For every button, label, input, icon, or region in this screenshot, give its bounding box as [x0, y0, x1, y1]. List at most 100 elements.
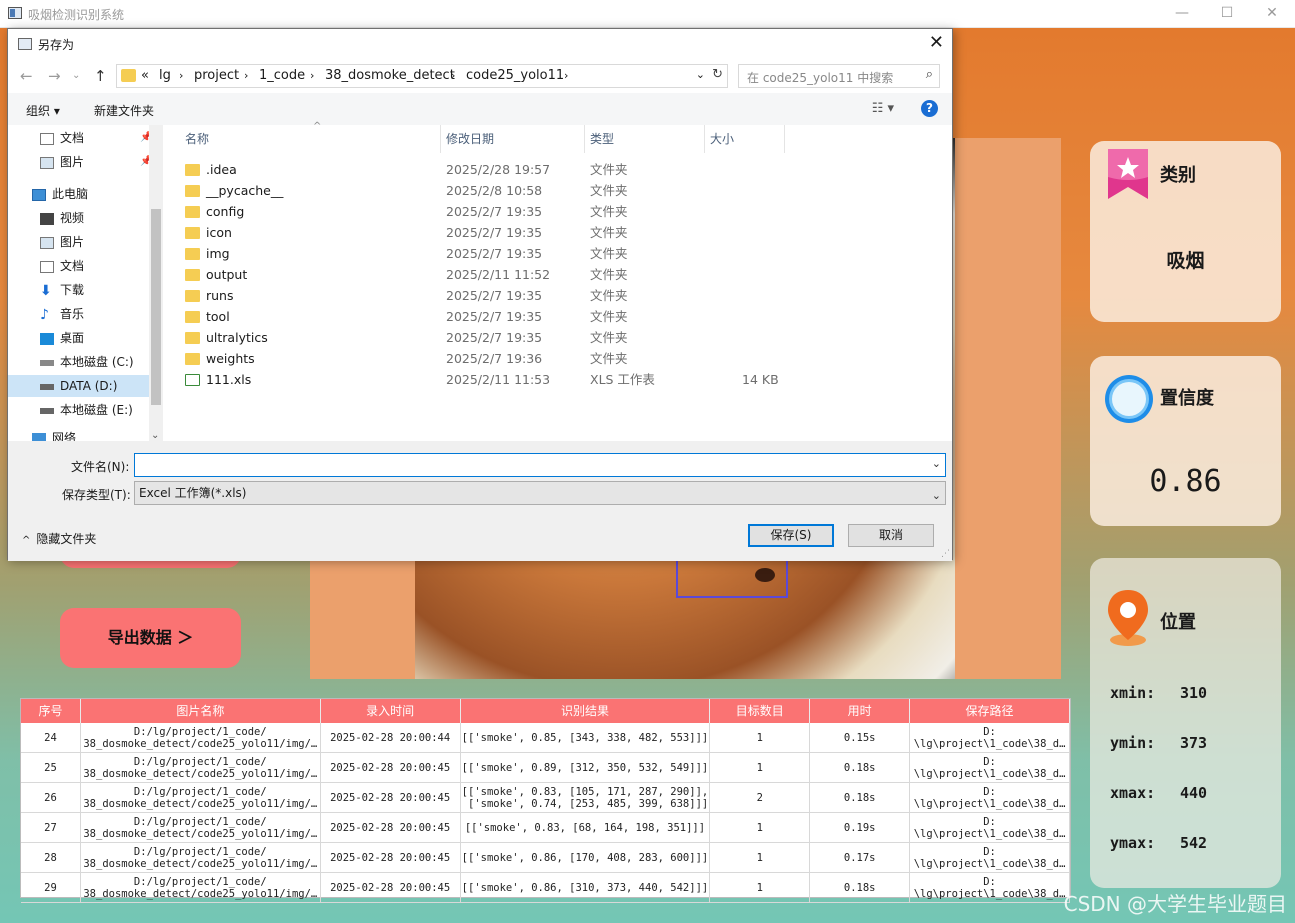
filetype-select[interactable]: Excel 工作簿(*.xls) ⌄ [134, 481, 946, 505]
table-cell-id: 26 [21, 783, 81, 812]
address-bar[interactable]: « lg › project › 1_code › 38_dosmoke_det… [116, 64, 728, 88]
minimize-button[interactable]: — [1159, 0, 1205, 28]
header-result[interactable]: 识别结果 [461, 699, 711, 723]
address-dropdown-icon[interactable]: ⌄ [696, 68, 705, 81]
table-cell-cost: 0.18s [810, 783, 911, 812]
file-row[interactable]: tool 2025/2/7 19:35 文件夹 [185, 306, 785, 327]
file-name: ultralytics [206, 330, 268, 345]
table-row[interactable]: 27 D:/lg/project/1_code/ 38_dosmoke_detec… [21, 813, 1070, 843]
hide-folders-toggle[interactable]: ^ 隐藏文件夹 [22, 530, 96, 547]
file-row[interactable]: .idea 2025/2/28 19:57 文件夹 [185, 159, 785, 180]
table-cell-name: D:/lg/project/1_code/ 38_dosmoke_detect/… [81, 783, 321, 812]
nav-item-pictures[interactable]: 图片 [40, 231, 163, 253]
category-label: 类别 [1160, 165, 1196, 186]
nav-item-desktop[interactable]: 桌面 [40, 327, 163, 349]
breadcrumb-lg[interactable]: lg [159, 68, 171, 83]
search-box[interactable]: 在 code25_yolo11 中搜索 ⌕ [738, 64, 940, 88]
close-button[interactable]: ✕ [1249, 0, 1295, 28]
header-id[interactable]: 序号 [21, 699, 81, 723]
file-row[interactable]: output 2025/2/11 11:52 文件夹 [185, 264, 785, 285]
file-type: 文件夹 [590, 225, 628, 240]
filename-dropdown-icon[interactable]: ⌄ [932, 457, 941, 470]
file-row[interactable]: config 2025/2/7 19:35 文件夹 [185, 201, 785, 222]
file-date: 2025/2/7 19:35 [446, 204, 543, 219]
table-cell-id: 27 [21, 813, 81, 842]
table-cell-path: D: \lg\project\1_code\38_d… [910, 843, 1070, 872]
file-row[interactable]: 111.xls 2025/2/11 11:53 XLS 工作表 14 KB [185, 369, 785, 390]
file-row[interactable]: weights 2025/2/7 19:36 文件夹 [185, 348, 785, 369]
header-image-name[interactable]: 图片名称 [81, 699, 321, 723]
breadcrumb-project[interactable]: project [194, 68, 239, 83]
nav-item-documents[interactable]: 文档 [40, 255, 163, 277]
column-type[interactable]: 类型 [590, 130, 614, 147]
back-arrow-icon[interactable]: ← [20, 67, 33, 85]
header-cost[interactable]: 用时 [810, 699, 911, 723]
ring-icon [1105, 375, 1153, 423]
video-icon [40, 212, 54, 225]
file-row[interactable]: ultralytics 2025/2/7 19:35 文件夹 [185, 327, 785, 348]
nav-item-disk-c[interactable]: 本地磁盘 (C:) [40, 351, 163, 373]
nav-scrollbar[interactable]: ⌄ [149, 125, 163, 441]
filename-input[interactable]: ⌄ [134, 453, 946, 477]
nav-item-disk-e[interactable]: 本地磁盘 (E:) [40, 399, 163, 421]
new-folder-button[interactable]: 新建文件夹 [94, 102, 154, 119]
nav-item-this-pc[interactable]: 此电脑 [32, 183, 163, 205]
position-label: 位置 [1160, 612, 1196, 633]
file-row[interactable]: runs 2025/2/7 19:35 文件夹 [185, 285, 785, 306]
breadcrumb-overflow[interactable]: « [141, 68, 149, 83]
column-name[interactable]: 名称 [185, 130, 209, 147]
table-row[interactable]: 26 D:/lg/project/1_code/ 38_dosmoke_detec… [21, 783, 1070, 813]
refresh-icon[interactable]: ↻ [712, 67, 723, 82]
header-path[interactable]: 保存路径 [910, 699, 1070, 723]
folder-icon [121, 69, 136, 82]
recent-chevron-icon[interactable]: ⌄ [72, 70, 80, 81]
breadcrumb-38-dosmoke-detect[interactable]: 38_dosmoke_detect [325, 68, 455, 83]
category-card: 类别 吸烟 [1090, 141, 1281, 322]
save-button[interactable]: 保存(S) [748, 524, 834, 547]
maximize-button[interactable]: ☐ [1204, 0, 1250, 28]
app-icon [8, 7, 22, 19]
filetype-dropdown-icon[interactable]: ⌄ [932, 485, 941, 507]
file-type: 文件夹 [590, 246, 628, 261]
table-cell-cost: 0.17s [810, 843, 911, 872]
file-list: 名称 ^ 修改日期 类型 大小 .idea 2025/2/28 19:57 文件夹 _… [165, 121, 952, 441]
resize-grip-icon[interactable]: ⋰ [941, 549, 950, 559]
search-icon[interactable]: ⌕ [926, 67, 933, 82]
table-row[interactable]: 29 D:/lg/project/1_code/ 38_dosmoke_detec… [21, 873, 1070, 903]
xmin-value: 310 [1180, 684, 1208, 702]
file-type: 文件夹 [590, 162, 628, 177]
table-row[interactable]: 28 D:/lg/project/1_code/ 38_dosmoke_detec… [21, 843, 1070, 873]
breadcrumb-1-code[interactable]: 1_code [259, 68, 305, 83]
nav-item-network[interactable]: 网络 [32, 427, 163, 441]
table-row[interactable]: 25 D:/lg/project/1_code/ 38_dosmoke_detec… [21, 753, 1070, 783]
file-date: 2025/2/28 19:57 [446, 162, 551, 177]
table-cell-count: 1 [710, 843, 811, 872]
organize-button[interactable]: 组织 ▾ [26, 102, 60, 119]
help-icon[interactable]: ? [921, 100, 938, 117]
header-count[interactable]: 目标数目 [710, 699, 811, 723]
file-row[interactable]: __pycache__ 2025/2/8 10:58 文件夹 [185, 180, 785, 201]
up-arrow-icon[interactable]: ↑ [94, 67, 107, 85]
view-options-icon[interactable]: ☷ ▾ [872, 101, 894, 116]
file-row[interactable]: icon 2025/2/7 19:35 文件夹 [185, 222, 785, 243]
nav-item-music[interactable]: ♪ 音乐 [40, 303, 163, 325]
dialog-close-button[interactable]: ✕ [929, 32, 944, 53]
export-data-button[interactable]: 导出数据 ＞ [60, 608, 241, 668]
file-row[interactable]: img 2025/2/7 19:35 文件夹 [185, 243, 785, 264]
folder-icon [185, 185, 200, 197]
nav-item-data-d[interactable]: DATA (D:) [8, 375, 149, 397]
nav-item-downloads[interactable]: ⬇ 下载 [40, 279, 163, 301]
column-date[interactable]: 修改日期 [446, 130, 494, 147]
nav-scroll-thumb[interactable] [151, 209, 161, 405]
nav-item-documents-quick[interactable]: 文档 📌 [40, 127, 163, 149]
scroll-down-icon[interactable]: ⌄ [151, 430, 159, 441]
header-time[interactable]: 录入时间 [321, 699, 461, 723]
table-row[interactable]: 24 D:/lg/project/1_code/ 38_dosmoke_detec… [21, 723, 1070, 753]
file-date: 2025/2/7 19:35 [446, 288, 543, 303]
nav-item-pictures-quick[interactable]: 图片 📌 [40, 151, 163, 173]
column-size[interactable]: 大小 [710, 130, 734, 147]
forward-arrow-icon[interactable]: → [48, 67, 61, 85]
cancel-button[interactable]: 取消 [848, 524, 934, 547]
breadcrumb-code25-yolo11[interactable]: code25_yolo11 [466, 68, 564, 83]
nav-item-videos[interactable]: 视频 [40, 207, 163, 229]
